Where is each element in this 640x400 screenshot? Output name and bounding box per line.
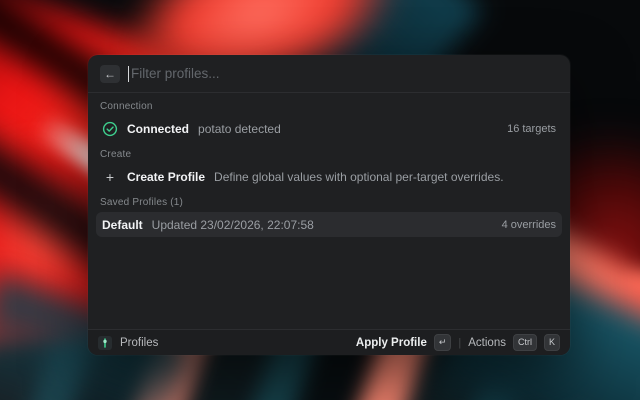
search-input[interactable] xyxy=(129,66,558,81)
list-item-connected[interactable]: Connected potato detected 16 targets xyxy=(96,116,562,141)
back-button[interactable]: ← xyxy=(100,65,120,83)
search-bar: ← xyxy=(88,55,570,93)
item-title: Create Profile xyxy=(127,170,205,184)
plus-icon: + xyxy=(102,169,118,185)
item-accessory: 4 overrides xyxy=(492,219,556,231)
section-label-connection: Connection xyxy=(96,93,562,116)
footer-actions: Apply Profile ↵ | Actions Ctrl K xyxy=(356,334,560,351)
palette-footer: Profiles Apply Profile ↵ | Actions Ctrl … xyxy=(88,329,570,355)
results-list: Connection Connected potato detected 16 … xyxy=(88,93,570,329)
item-subtitle: Updated 23/02/2026, 22:07:58 xyxy=(152,218,314,232)
enter-key-badge: ↵ xyxy=(434,334,452,351)
list-item-create-profile[interactable]: + Create Profile Define global values wi… xyxy=(96,164,562,189)
profiles-command-palette: ← Connection Connected potato detected 1… xyxy=(88,55,570,355)
search-field-wrap xyxy=(128,66,558,82)
item-accessory: 16 targets xyxy=(497,123,556,135)
footer-divider: | xyxy=(458,337,461,349)
section-label-saved-profiles: Saved Profiles (1) xyxy=(96,189,562,212)
apply-profile-button[interactable]: Apply Profile xyxy=(356,337,427,349)
k-key-badge: K xyxy=(544,334,560,351)
item-title: Default xyxy=(102,218,143,232)
ctrl-key-badge: Ctrl xyxy=(513,334,537,351)
section-label-create: Create xyxy=(96,141,562,164)
item-subtitle: Define global values with optional per-t… xyxy=(214,170,504,184)
list-item-default-profile[interactable]: Default Updated 23/02/2026, 22:07:58 4 o… xyxy=(96,212,562,237)
item-title: Connected xyxy=(127,122,189,136)
item-subtitle: potato detected xyxy=(198,122,281,136)
back-arrow-icon: ← xyxy=(104,68,116,80)
footer-app-label: Profiles xyxy=(120,337,158,349)
check-circle-icon xyxy=(102,121,118,137)
profiles-extension-icon xyxy=(98,336,112,350)
actions-button[interactable]: Actions xyxy=(468,337,506,349)
